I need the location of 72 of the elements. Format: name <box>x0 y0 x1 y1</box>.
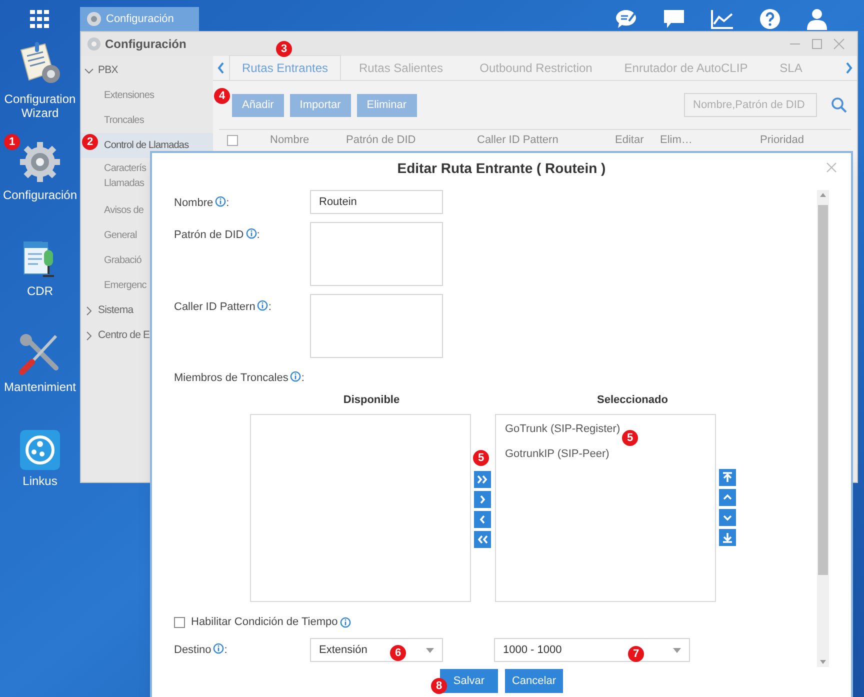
desktop-icon-label[interactable]: Mantenimient <box>4 380 76 394</box>
toolbar-button[interactable]: Eliminar <box>356 94 416 116</box>
column-header: Editar <box>615 134 644 146</box>
taskbar-tab[interactable]: Configuración <box>80 7 199 31</box>
list-heading: Seleccionado <box>597 394 668 406</box>
caret-icon <box>426 648 434 652</box>
colon: : <box>268 301 272 313</box>
sidebar-item[interactable]: Troncales <box>81 108 213 133</box>
window-title: Configuración <box>105 36 186 53</box>
chevron-icon <box>84 306 94 316</box>
info-icon <box>246 228 257 239</box>
dialog-title: Editar Ruta Entrante ( Routein ) <box>397 158 606 178</box>
search-field[interactable]: Nombre,Patrón de DID <box>684 93 817 117</box>
desktop-icon-label[interactable]: Configuración <box>2 188 78 202</box>
message-icon[interactable] <box>663 9 685 29</box>
field-label: Miembros de Troncales <box>174 372 288 384</box>
checkbox-label: Habilitar Condición de Tiempo <box>191 614 338 630</box>
colon: : <box>224 644 228 656</box>
select-all-checkbox[interactable] <box>227 135 238 146</box>
tab[interactable]: SLA <box>761 55 821 80</box>
move-bottom-icon[interactable] <box>719 529 736 546</box>
line-chart-icon[interactable] <box>710 9 734 29</box>
time-condition-checkbox[interactable] <box>174 616 185 628</box>
search-icon[interactable] <box>831 97 847 113</box>
info-icon <box>213 642 224 654</box>
column-header: Elim… <box>660 134 692 146</box>
close-icon[interactable] <box>826 162 837 173</box>
maximize-icon[interactable] <box>811 38 823 50</box>
scrollbar-thumb[interactable] <box>818 205 828 575</box>
sidebar-group[interactable]: PBX <box>81 58 213 83</box>
list-heading: Disponible <box>343 394 400 406</box>
desktop-icon-label[interactable]: Linkus <box>22 474 58 488</box>
caret-icon <box>673 648 681 652</box>
app-grid-icon[interactable] <box>30 10 50 28</box>
info-icon <box>257 300 268 311</box>
scrollbar[interactable] <box>817 190 829 667</box>
user-icon[interactable] <box>806 8 828 30</box>
tab[interactable]: Rutas Entrantes <box>229 55 341 80</box>
info-icon <box>290 371 302 382</box>
tab[interactable]: Outbound Restriction <box>461 55 611 80</box>
info-icon <box>340 616 351 628</box>
chat-edit-icon[interactable] <box>614 9 638 29</box>
tab[interactable]: Enrutador de AutoCLIP <box>611 55 761 80</box>
sidebar-item[interactable]: Extensiones <box>81 83 213 108</box>
linkus-icon[interactable] <box>20 430 60 470</box>
field-label: Destino <box>174 644 212 656</box>
desktop-icon-label[interactable]: CDR <box>27 284 53 298</box>
chevron-icon <box>84 330 94 340</box>
name-field[interactable]: Routein <box>310 190 443 214</box>
field-label: Patrón de DID <box>174 229 244 241</box>
dialog-button[interactable]: Cancelar <box>505 669 563 693</box>
chevron-icon <box>84 66 94 76</box>
colon: : <box>256 229 260 241</box>
close-icon[interactable] <box>833 38 845 50</box>
toolbar-button[interactable]: Importar <box>290 94 351 116</box>
sidebar-group[interactable]: Centro de E <box>81 323 213 348</box>
toolbar-button[interactable]: Añadir <box>232 94 284 116</box>
tab[interactable]: Rutas Salientes <box>341 55 461 80</box>
desktop-icon-label[interactable]: Configuration Wizard <box>4 92 76 120</box>
field-label: Caller ID Pattern <box>174 301 256 313</box>
colon: : <box>226 197 230 209</box>
field-label: Nombre <box>174 197 214 209</box>
step-badge: 1 <box>4 134 20 150</box>
info-icon <box>215 196 226 207</box>
help-icon[interactable] <box>759 8 781 30</box>
column-header: Nombre <box>270 134 310 146</box>
column-header: Caller ID Pattern <box>477 134 558 146</box>
colon: : <box>301 372 304 384</box>
column-header: Prioridad <box>760 134 804 146</box>
move-top-icon[interactable] <box>719 469 736 486</box>
list-item[interactable]: GotrunkIP (SIP-Peer) <box>505 446 715 461</box>
column-header: Patrón de DID <box>346 134 416 146</box>
